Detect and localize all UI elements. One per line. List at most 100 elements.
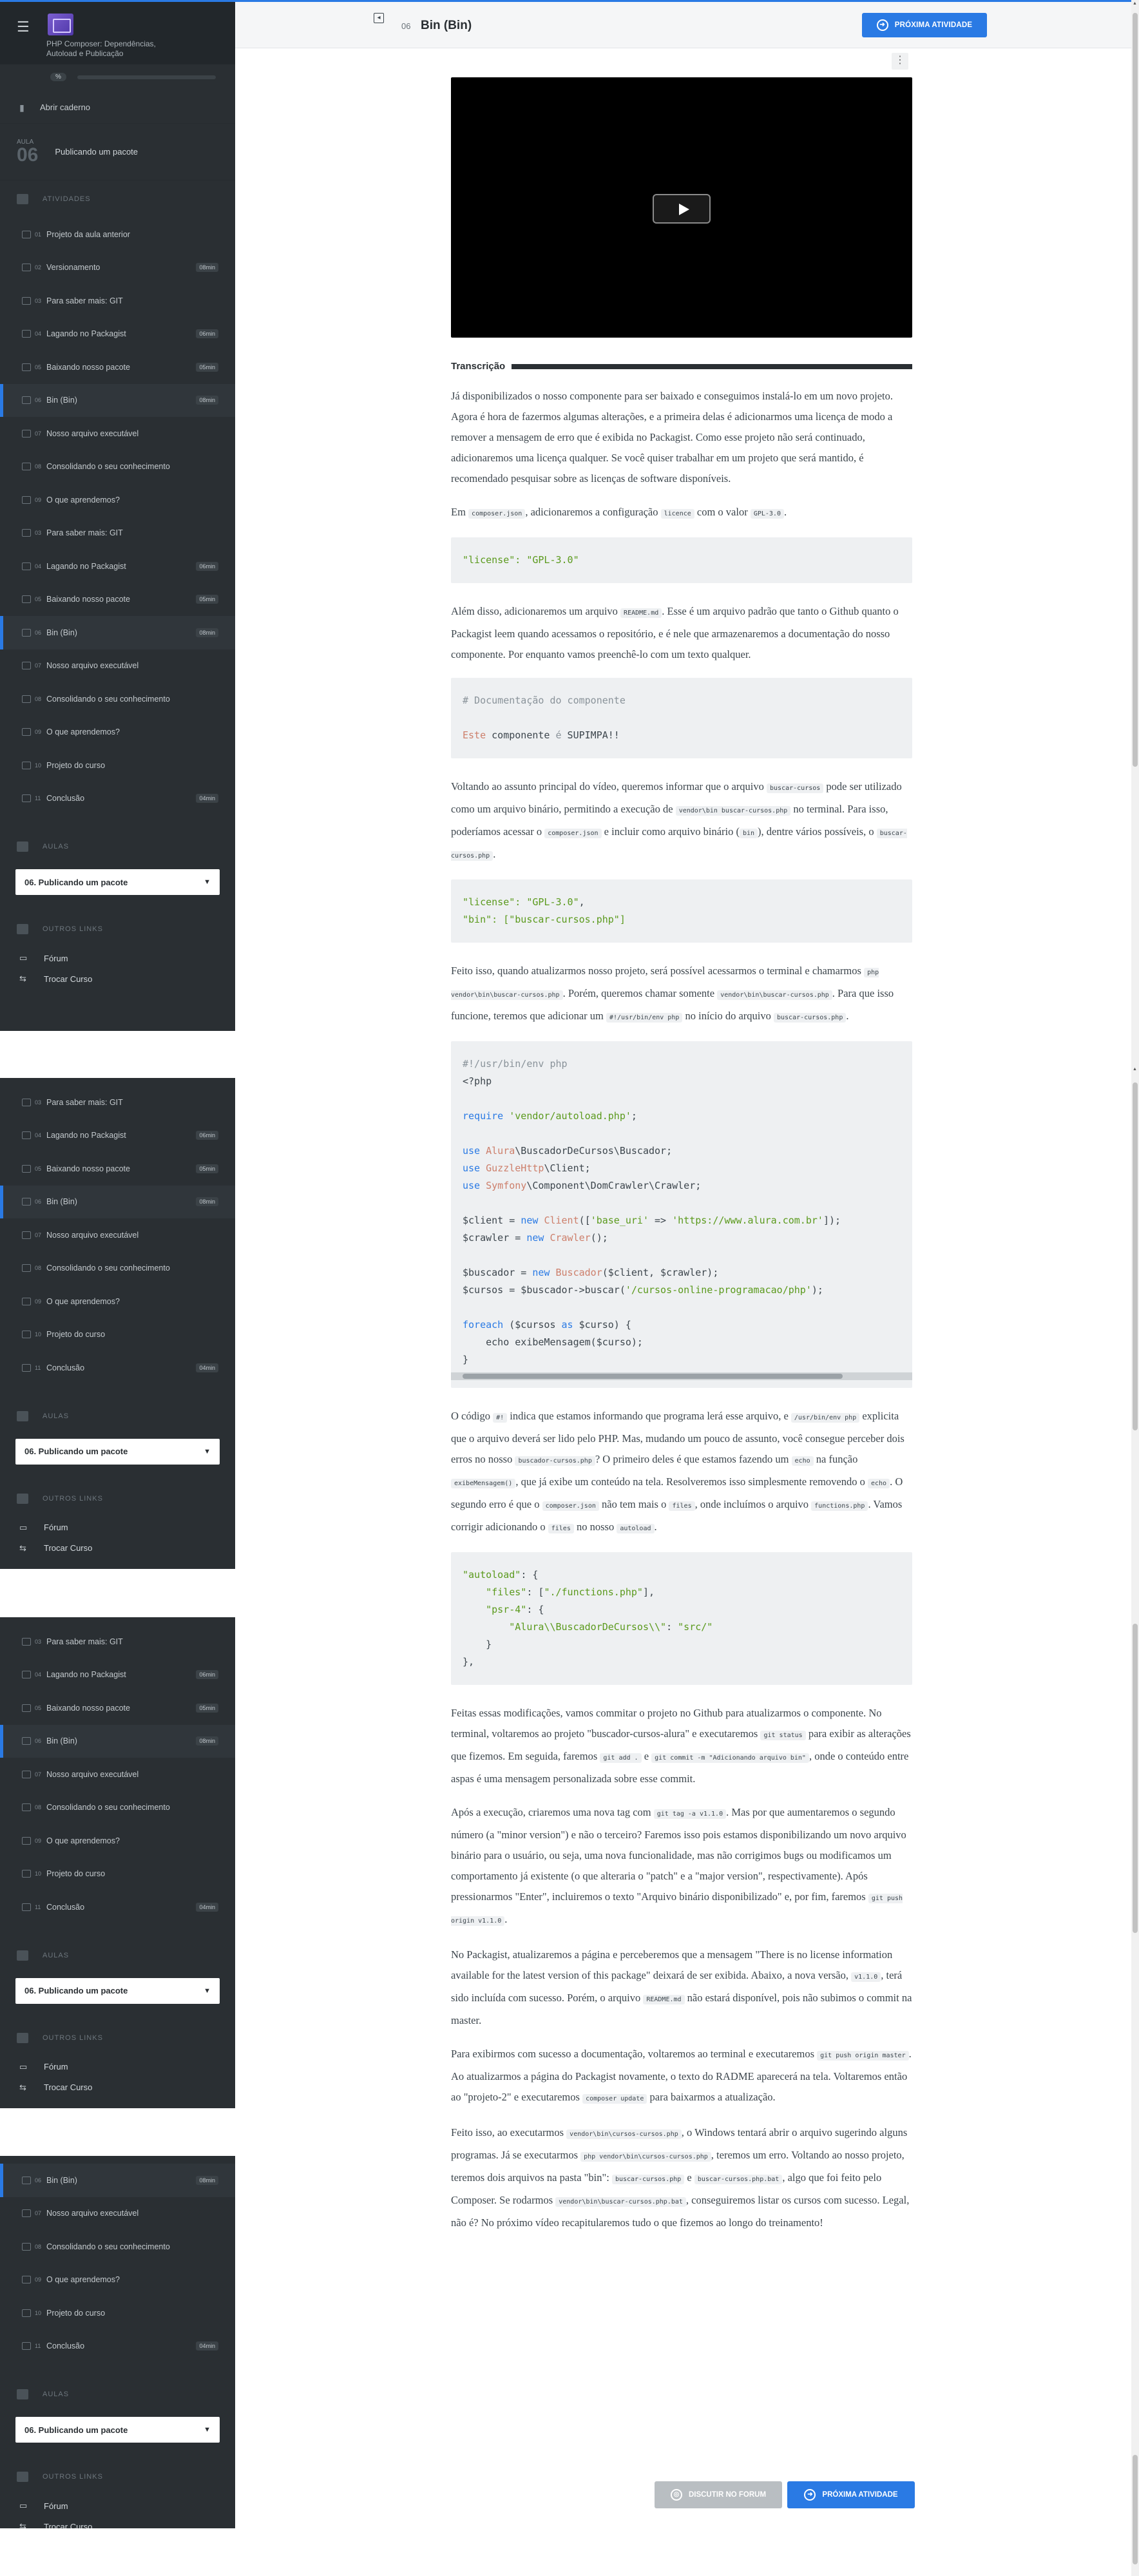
activity-item[interactable]: 02 Versionamento 08min <box>0 251 235 285</box>
activity-item[interactable]: 03 Para saber mais: GIT <box>0 284 235 318</box>
activity-item[interactable]: 07 Nosso arquivo executável <box>0 1758 235 1791</box>
activity-item[interactable]: 06 Bin (Bin) 08min <box>0 616 235 649</box>
scroll-up-icon[interactable]: ▲ <box>1133 1067 1137 1072</box>
activity-item[interactable]: 07 Nosso arquivo executável <box>0 2197 235 2231</box>
activity-duration: 06min <box>196 561 218 571</box>
activity-item[interactable]: 09 O que aprendemos? <box>0 716 235 749</box>
activity-type-icon <box>22 2309 31 2317</box>
code-block[interactable]: "license": "GPL-3.0", "bin": ["buscar-cu… <box>451 879 912 943</box>
activity-number: 06 <box>35 2177 42 2184</box>
scroll-thumb[interactable] <box>1133 1624 1138 1933</box>
activity-item[interactable]: 03 Para saber mais: GIT <box>0 1086 235 1119</box>
classes-select[interactable]: 06. Publicando um pacote ▼ <box>15 1438 220 1465</box>
classes-select[interactable]: 06. Publicando um pacote ▼ <box>15 1977 220 2004</box>
course-logo-icon <box>48 14 73 35</box>
scroll-thumb[interactable] <box>1133 13 1138 767</box>
activity-item[interactable]: 07 Nosso arquivo executável <box>0 649 235 683</box>
activity-title: Conclusão <box>46 1363 85 1372</box>
forum-label: Fórum <box>44 1523 68 1532</box>
code-scroll-thumb[interactable] <box>463 1374 843 1379</box>
activity-item[interactable]: 08 Consolidando o seu conhecimento <box>0 1252 235 1285</box>
activity-item[interactable]: 11 Conclusão 04min <box>0 2330 235 2363</box>
activity-item[interactable]: 09 O que aprendemos? <box>0 1824 235 1858</box>
activity-item[interactable]: 07 Nosso arquivo executável <box>0 1218 235 1252</box>
scroll-thumb[interactable] <box>1133 1082 1138 1430</box>
activity-item[interactable]: 10 Projeto do curso <box>0 1858 235 1891</box>
activity-title: Lagando no Packagist <box>46 329 126 339</box>
code-block[interactable]: # Documentação do componente Este compon… <box>451 678 912 758</box>
activity-item[interactable]: 07 Nosso arquivo executável <box>0 417 235 450</box>
activity-item[interactable]: 09 O que aprendemos? <box>0 2264 235 2297</box>
scroll-up-icon[interactable]: ▲ <box>1133 1 1137 6</box>
activity-item[interactable]: 08 Consolidando o seu conhecimento <box>0 1791 235 1825</box>
course-title[interactable]: PHP Composer: Dependências, Autoload e P… <box>46 39 175 59</box>
activity-item[interactable]: 08 Consolidando o seu conhecimento <box>0 2230 235 2264</box>
activity-item[interactable]: 04 Lagando no Packagist 06min <box>0 1658 235 1692</box>
activity-item[interactable]: 08 Consolidando o seu conhecimento <box>0 450 235 484</box>
video-player[interactable] <box>451 77 912 338</box>
inline-code: buscador-cursos.php <box>515 1456 595 1466</box>
collapse-icon[interactable]: ◂ <box>374 13 384 23</box>
scroll-thumb[interactable] <box>1133 2455 1138 2564</box>
classes-select[interactable]: 06. Publicando um pacote ▼ <box>15 2417 220 2443</box>
code-block[interactable]: #!/usr/bin/env php <?php require 'vendor… <box>451 1041 912 1388</box>
activity-item[interactable]: 09 O que aprendemos? <box>0 483 235 517</box>
open-notebook-link[interactable]: ▮ Abrir caderno <box>0 91 235 124</box>
activity-item[interactable]: 01 Projeto da aula anterior <box>0 218 235 251</box>
activity-duration: 04min <box>196 794 218 803</box>
activity-item[interactable]: 06 Bin (Bin) 08min <box>0 2164 235 2197</box>
activity-item[interactable]: 10 Projeto do curso <box>0 749 235 782</box>
activity-item[interactable]: 10 Projeto do curso <box>0 1318 235 1352</box>
forum-link[interactable]: ▭ Fórum <box>0 2057 235 2077</box>
activity-item[interactable]: 04 Lagando no Packagist 06min <box>0 1119 235 1153</box>
forum-link[interactable]: ▭ Fórum <box>0 1517 235 1538</box>
code-block[interactable]: "autoload": { "files": ["./functions.php… <box>451 1552 912 1685</box>
play-icon[interactable] <box>653 194 711 224</box>
activity-title: Bin (Bin) <box>46 2175 77 2185</box>
activity-item[interactable]: 09 O que aprendemos? <box>0 1285 235 1318</box>
code-token: : <box>666 1621 678 1633</box>
activity-item[interactable]: 06 Bin (Bin) 08min <box>0 1724 235 1758</box>
activity-item[interactable]: 04 Lagando no Packagist 06min <box>0 550 235 583</box>
next-activity-button[interactable]: ➜ PRÓXIMA ATIVIDADE <box>862 13 987 37</box>
activity-item[interactable]: 11 Conclusão 04min <box>0 782 235 816</box>
activity-item[interactable]: 10 Projeto do curso <box>0 2296 235 2330</box>
code-block[interactable]: "license": "GPL-3.0" <box>451 537 912 583</box>
activity-item[interactable]: 03 Para saber mais: GIT <box>0 517 235 550</box>
activity-item[interactable]: 05 Baixando nosso pacote 05min <box>0 1152 235 1186</box>
activity-item[interactable]: 11 Conclusão 04min <box>0 1890 235 1924</box>
menu-icon[interactable]: ☰ <box>17 20 36 34</box>
inline-code: echo <box>791 1456 814 1466</box>
activity-duration: 08min <box>196 396 218 405</box>
activity-title: Baixando nosso pacote <box>46 1703 130 1713</box>
activity-item[interactable]: 11 Conclusão 04min <box>0 1351 235 1385</box>
forum-link[interactable]: ▭ Fórum <box>0 948 235 968</box>
classes-select[interactable]: 06. Publicando um pacote ▼ <box>15 869 220 895</box>
page-scrollbar[interactable]: ▲ ▲ <box>1131 0 1139 2576</box>
switch-course-link[interactable]: ⇆ Trocar Curso <box>0 2516 235 2528</box>
next-activity-button-bottom[interactable]: ➜ PRÓXIMA ATIVIDADE <box>787 2481 915 2508</box>
activity-type-icon <box>22 761 31 769</box>
switch-course-link[interactable]: ⇆ Trocar Curso <box>0 968 235 989</box>
code-scrollbar[interactable] <box>451 1372 912 1380</box>
activity-item[interactable]: 08 Consolidando o seu conhecimento <box>0 682 235 716</box>
activity-item[interactable]: 06 Bin (Bin) 08min <box>0 383 235 417</box>
activity-item[interactable]: 05 Baixando nosso pacote 05min <box>0 583 235 617</box>
forum-link[interactable]: ▭ Fórum <box>0 2495 235 2516</box>
switch-course-link[interactable]: ⇆ Trocar Curso <box>0 2077 235 2098</box>
discuss-forum-button[interactable]: ◎ DISCUTIR NO FORUM <box>655 2481 782 2508</box>
switch-course-link[interactable]: ⇆ Trocar Curso <box>0 1538 235 1559</box>
activity-item[interactable]: 06 Bin (Bin) 08min <box>0 1185 235 1218</box>
activity-type-icon <box>22 363 31 371</box>
activity-item[interactable]: 04 Lagando no Packagist 06min <box>0 318 235 351</box>
paragraph-text: . Porém, queremos chamar somente <box>562 987 718 999</box>
activity-item[interactable]: 05 Baixando nosso pacote 05min <box>0 1691 235 1725</box>
other-links-label: OUTROS LINKS <box>43 925 103 933</box>
more-options-icon[interactable]: ⋮ <box>892 53 908 70</box>
activity-item[interactable]: 03 Para saber mais: GIT <box>0 1625 235 1658</box>
activity-title: Consolidando o seu conhecimento <box>46 2242 170 2251</box>
activity-item[interactable]: 05 Baixando nosso pacote 05min <box>0 351 235 384</box>
activity-type-icon <box>22 1704 31 1712</box>
